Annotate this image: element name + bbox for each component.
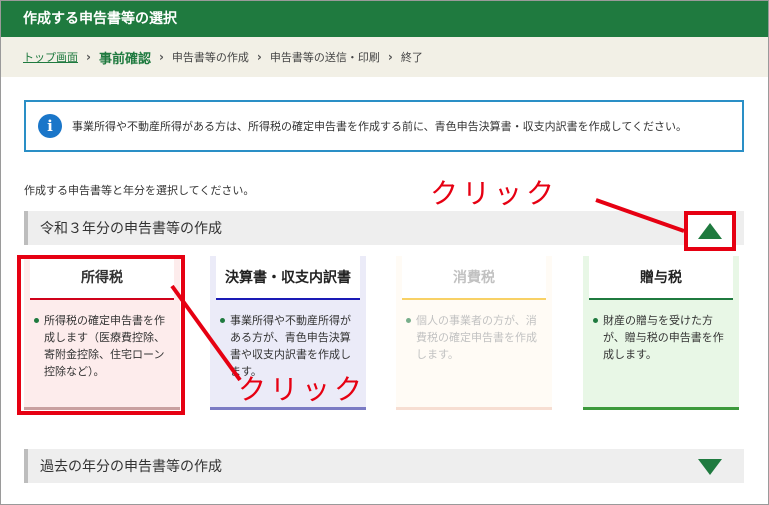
annotation-arrow-line-top <box>595 198 685 233</box>
annotation-lines <box>170 198 685 382</box>
annotation-arrow-line-bottom <box>170 284 242 382</box>
click-annotation-top: クリック <box>430 177 559 210</box>
click-annotation-bottom: クリック <box>238 373 367 406</box>
